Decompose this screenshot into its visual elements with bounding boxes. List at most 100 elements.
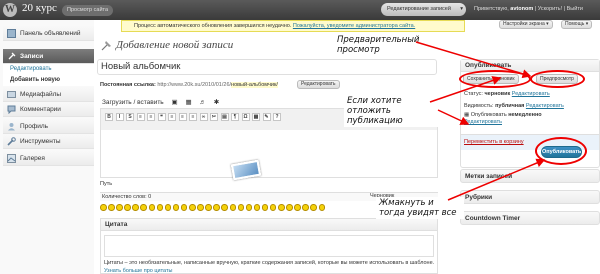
username-link[interactable]: avtonom (510, 6, 533, 12)
special-char-icon[interactable]: Ω (241, 113, 250, 121)
strikethrough-icon[interactable]: S (126, 113, 134, 121)
smiley-icon[interactable] (245, 204, 253, 211)
move-to-trash-link[interactable]: Переместить в корзину (464, 139, 524, 145)
user-links[interactable]: | Ускорить! | Выйти (535, 6, 583, 12)
smiley-icon[interactable] (100, 204, 107, 211)
smiley-icon[interactable] (221, 204, 228, 211)
smiley-icon[interactable] (253, 204, 261, 211)
smiley-icon[interactable] (172, 204, 180, 211)
excerpt-textarea[interactable] (104, 235, 434, 257)
smiley-icon[interactable] (132, 204, 139, 211)
word-count: Количество слов: 0 (102, 194, 152, 200)
smiley-icon[interactable] (108, 204, 115, 211)
post-title-input[interactable]: Новый альбомчик (97, 59, 437, 75)
smiley-icon[interactable] (156, 204, 164, 211)
smiley-icon[interactable] (237, 204, 245, 211)
add-audio-icon[interactable]: ♬ (199, 99, 206, 106)
view-site-button[interactable]: Просмотр сайта (62, 5, 114, 16)
greeting-text: Приветствую, (474, 6, 509, 12)
excerpt-more-link[interactable]: Узнать больше про цитаты (104, 268, 172, 274)
sidebar-item-profile[interactable]: Профиль (3, 119, 94, 134)
add-media-icon[interactable]: ✱ (214, 99, 219, 106)
smiley-icon[interactable] (189, 204, 196, 211)
sidebar-item-dashboard[interactable]: Панель объявлений (3, 26, 94, 41)
highlight-save-draft (459, 70, 531, 88)
smiley-icon[interactable] (294, 204, 301, 211)
unlink-icon[interactable]: ✂ (210, 113, 218, 121)
permalink-url: http://www.20k.su/2010/01/26/ (157, 82, 232, 88)
wordpress-logo-icon[interactable]: W (3, 3, 17, 17)
categories-box[interactable]: Рубрики (460, 190, 600, 204)
schedule-label: Опубликовать (470, 112, 507, 118)
bullet-list-icon[interactable]: ≡ (136, 113, 145, 121)
smiley-icon[interactable] (197, 204, 204, 211)
visibility-edit-link[interactable]: Редактировать (526, 103, 564, 109)
smiley-icon[interactable] (205, 204, 212, 211)
gallery-icon (7, 154, 16, 163)
sidebar-subitem-edit[interactable]: Редактировать (3, 64, 94, 75)
toggle-kitchen-icon[interactable]: ¶ (231, 113, 239, 121)
edit-icon[interactable]: ✎ (262, 113, 271, 121)
help-button[interactable]: Помощь ▾ (561, 20, 593, 29)
link-icon[interactable]: ∞ (199, 113, 208, 121)
edit-posts-dropdown[interactable]: Редактирование записей ▾ (381, 3, 466, 16)
pin-icon (101, 41, 111, 51)
italic-icon[interactable]: I (115, 113, 124, 121)
smiley-icon[interactable] (116, 204, 123, 211)
excerpt-hint: Цитаты – это необязательные, написанные … (104, 260, 435, 266)
smiley-icon[interactable] (286, 204, 293, 211)
smiley-icon[interactable] (229, 204, 236, 211)
table-icon[interactable]: ▦ (252, 113, 260, 121)
sidebar-item-posts[interactable]: Записи (3, 49, 94, 64)
smiley-icon[interactable] (164, 204, 172, 211)
site-name[interactable]: 20 курс (22, 2, 57, 14)
smiley-icon[interactable] (310, 204, 317, 211)
dashboard-icon (7, 29, 16, 38)
schedule-row: ▦ Опубликовать немедленно (464, 112, 542, 118)
more-icon[interactable]: ▤ (220, 113, 229, 121)
excerpt-title[interactable]: Цитата (101, 219, 437, 231)
user-icon (8, 123, 15, 131)
status-edit-link[interactable]: Редактировать (512, 91, 550, 97)
numbered-list-icon[interactable]: ≡ (147, 113, 155, 121)
sidebar-item-comments[interactable]: Комментарии (3, 102, 94, 117)
align-center-icon[interactable]: ≡ (178, 113, 187, 121)
permalink-edit-button[interactable]: Редактировать (297, 80, 340, 89)
sidebar-item-tools[interactable]: Инструменты (3, 134, 94, 149)
page-title: Добавление новой записи (116, 39, 234, 51)
smiley-icon[interactable] (318, 204, 326, 211)
blockquote-icon[interactable]: ❝ (157, 113, 166, 121)
smiley-icon[interactable] (261, 204, 269, 211)
align-left-icon[interactable]: ≡ (168, 113, 176, 121)
sidebar-subitem-add-new[interactable]: Добавить новую (3, 75, 94, 86)
sidebar-item-gallery[interactable]: Галерея (3, 151, 94, 166)
smiley-icon[interactable] (302, 204, 309, 211)
add-image-icon[interactable]: ▣ (172, 99, 178, 106)
media-icon (7, 91, 16, 98)
screen-options-button[interactable]: Настройки экрана ▾ (499, 20, 553, 29)
tags-box[interactable]: Метки записей (460, 169, 600, 183)
update-notice: Процесс автоматического обновления завер… (121, 20, 465, 32)
schedule-edit-link[interactable]: Редактировать (464, 119, 502, 125)
user-greeting: Приветствую, avtonom | Ускорить! | Выйти (474, 6, 583, 12)
calendar-icon: ▦ (464, 112, 470, 118)
bold-icon[interactable]: B (105, 113, 113, 121)
annotation-preview: Предварительный просмотр (334, 34, 420, 56)
notice-link[interactable]: Пожалуйста, уведомите администратора сай… (293, 23, 415, 29)
help-icon[interactable]: ? (273, 113, 281, 121)
countdown-timer-box[interactable]: Countdown Timer (460, 211, 600, 225)
post-content-editor[interactable] (100, 130, 438, 178)
add-video-icon[interactable]: ▦ (185, 99, 191, 106)
smiley-icon[interactable] (140, 204, 147, 211)
smiley-icon[interactable] (278, 204, 285, 211)
smiley-icon[interactable] (213, 204, 220, 211)
permalink-slug[interactable]: новый-альбомчик/ (231, 82, 278, 88)
sidebar-item-label: Инструменты (20, 138, 61, 145)
smiley-icon[interactable] (124, 204, 131, 211)
smiley-icon[interactable] (180, 204, 188, 211)
smiley-icon[interactable] (269, 204, 277, 211)
sidebar-item-media[interactable]: Медиафайлы (3, 87, 94, 102)
align-right-icon[interactable]: ≡ (189, 113, 197, 121)
smiley-icon[interactable] (148, 204, 156, 211)
sidebar-item-label: Галерея (20, 155, 45, 162)
